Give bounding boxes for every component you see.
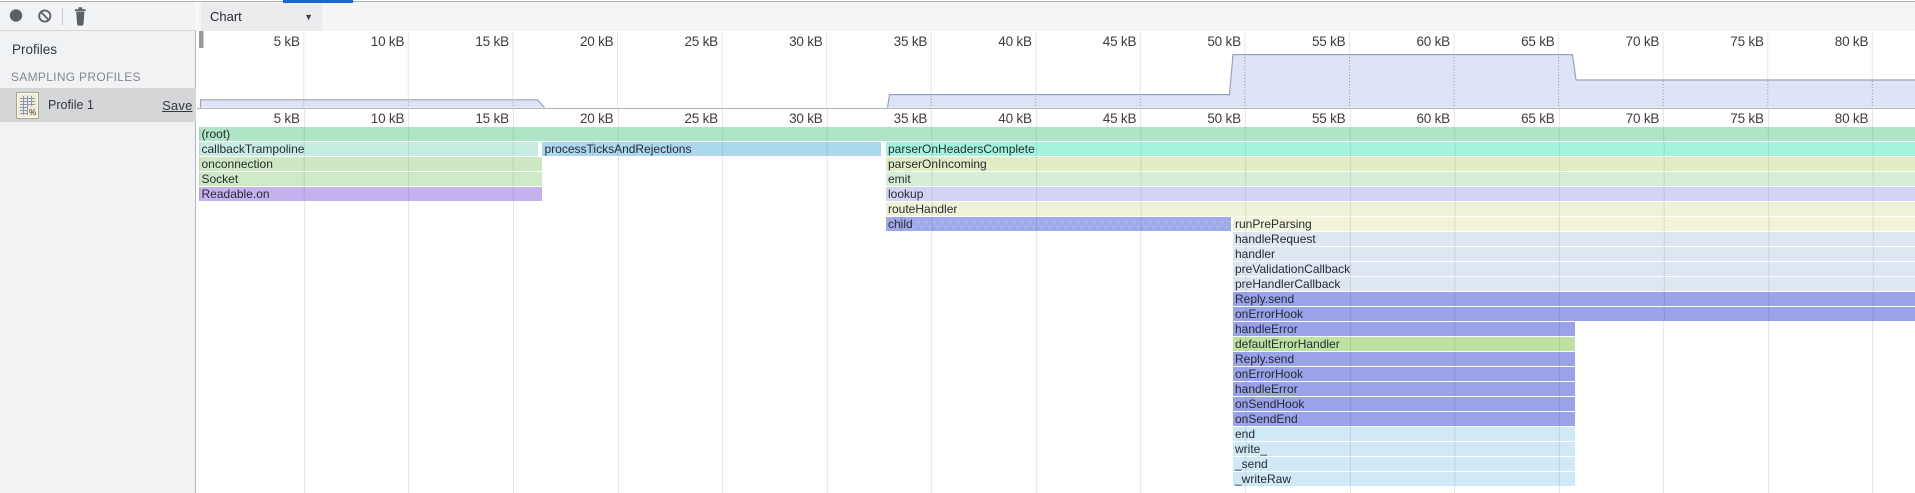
- svg-text:45 kB: 45 kB: [1103, 34, 1137, 49]
- svg-text:%: %: [29, 108, 36, 117]
- svg-text:50 kB: 50 kB: [1207, 34, 1241, 49]
- svg-text:40 kB: 40 kB: [998, 34, 1032, 49]
- svg-text:70 kB: 70 kB: [1626, 34, 1660, 49]
- svg-text:20 kB: 20 kB: [580, 34, 614, 49]
- svg-text:35 kB: 35 kB: [894, 34, 928, 49]
- svg-text:15 kB: 15 kB: [475, 34, 509, 49]
- svg-text:10 kB: 10 kB: [371, 34, 405, 49]
- svg-text:65 kB: 65 kB: [1521, 34, 1555, 49]
- svg-text:25 kB: 25 kB: [684, 34, 718, 49]
- svg-text:55 kB: 55 kB: [1312, 34, 1346, 49]
- svg-text:80 kB: 80 kB: [1835, 34, 1869, 49]
- svg-text:60 kB: 60 kB: [1416, 34, 1450, 49]
- svg-text:30 kB: 30 kB: [789, 34, 823, 49]
- svg-text:5 kB: 5 kB: [274, 34, 300, 49]
- svg-text:75 kB: 75 kB: [1730, 34, 1764, 49]
